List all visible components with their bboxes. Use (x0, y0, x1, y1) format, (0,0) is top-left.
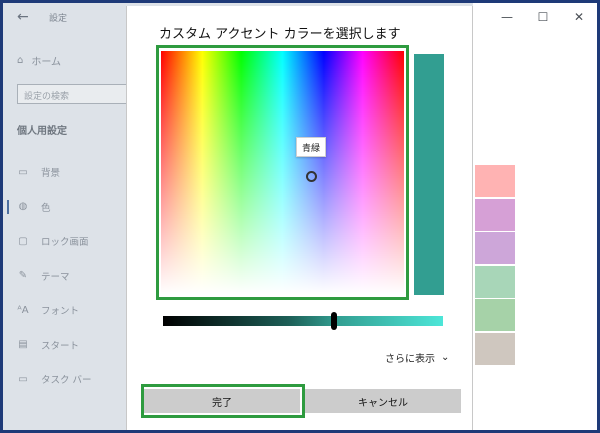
maximize-icon[interactable]: ☐ (525, 3, 561, 31)
window-title: 設定 (49, 14, 68, 24)
color-swatch[interactable] (475, 232, 515, 264)
color-swatch[interactable] (475, 198, 515, 231)
color-swatch[interactable] (475, 332, 515, 365)
sidebar-item-start[interactable]: ▤ スタート (3, 328, 129, 363)
image-icon: ▭ (18, 166, 28, 178)
sidebar-item-label: 色 (41, 202, 51, 214)
close-icon[interactable]: ✕ (561, 3, 597, 31)
search-input[interactable]: 設定の検索 (17, 84, 129, 104)
sidebar-item-taskbar[interactable]: ▭ タスク バー (3, 362, 129, 397)
color-tooltip: 青緑 (296, 137, 327, 157)
taskbar-icon: ▭ (18, 373, 28, 385)
sidebar-item-label: ロック画面 (41, 237, 89, 249)
color-swatch[interactable] (475, 299, 515, 331)
color-swatch[interactable] (475, 265, 515, 298)
home-label: ホーム (31, 57, 62, 68)
start-icon: ▤ (18, 339, 28, 351)
sidebar-item-background[interactable]: ▭ 背景 (3, 155, 129, 190)
cancel-button[interactable]: キャンセル (305, 389, 461, 413)
sidebar-item-colors[interactable]: ◍ 色 (3, 190, 129, 225)
sidebar-item-label: フォント (41, 306, 80, 318)
color-swatch[interactable] (475, 165, 515, 197)
palette-icon: ◍ (18, 201, 28, 213)
done-highlight (141, 384, 305, 418)
back-arrow-icon[interactable]: ← (17, 9, 29, 25)
home-icon: ⌂ (17, 55, 24, 66)
section-heading: 個人用設定 (17, 126, 67, 137)
home-link[interactable]: ⌂ ホーム (17, 53, 61, 68)
sidebar-item-label: 背景 (41, 168, 61, 180)
dialog-title: カスタム アクセント カラーを選択します (159, 27, 401, 42)
sidebar-item-themes[interactable]: ✎ テーマ (3, 259, 129, 294)
chevron-down-icon: ⌄ (441, 352, 450, 363)
sidebar-item-label: テーマ (41, 271, 70, 283)
color-spectrum[interactable]: 青緑 (161, 51, 404, 294)
sidebar-nav: ▭ 背景 ◍ 色 ▢ ロック画面 ✎ テーマ ᴬA フォント ▤ スタート ▭ … (3, 155, 129, 397)
sidebar-item-label: タスク バー (41, 375, 92, 387)
picker-handle[interactable] (306, 171, 317, 182)
screen-frame: ← 設定 — ☐ ✕ ⌂ ホーム 設定の検索 個人用設定 ▭ 背景 ◍ 色 ▢ (3, 3, 597, 430)
theme-icon: ✎ (18, 270, 28, 282)
sidebar-item-lock-screen[interactable]: ▢ ロック画面 (3, 224, 129, 259)
minimize-icon[interactable]: — (489, 3, 525, 31)
window-controls: — ☐ ✕ (489, 3, 597, 31)
custom-color-dialog: カスタム アクセント カラーを選択します 青緑 さらに表示 ⌄ 完了 キャンセル (126, 6, 473, 430)
more-options[interactable]: さらに表示 ⌄ (385, 350, 449, 365)
font-icon: ᴬA (17, 304, 29, 316)
sidebar-item-label: スタート (41, 340, 80, 352)
color-preview (414, 54, 444, 295)
sidebar-item-fonts[interactable]: ᴬA フォント (3, 293, 129, 328)
more-label: さらに表示 (385, 354, 435, 365)
slider-thumb[interactable] (331, 312, 337, 330)
color-swatches (475, 165, 515, 366)
brightness-slider[interactable] (163, 312, 443, 330)
lock-screen-icon: ▢ (18, 235, 28, 247)
